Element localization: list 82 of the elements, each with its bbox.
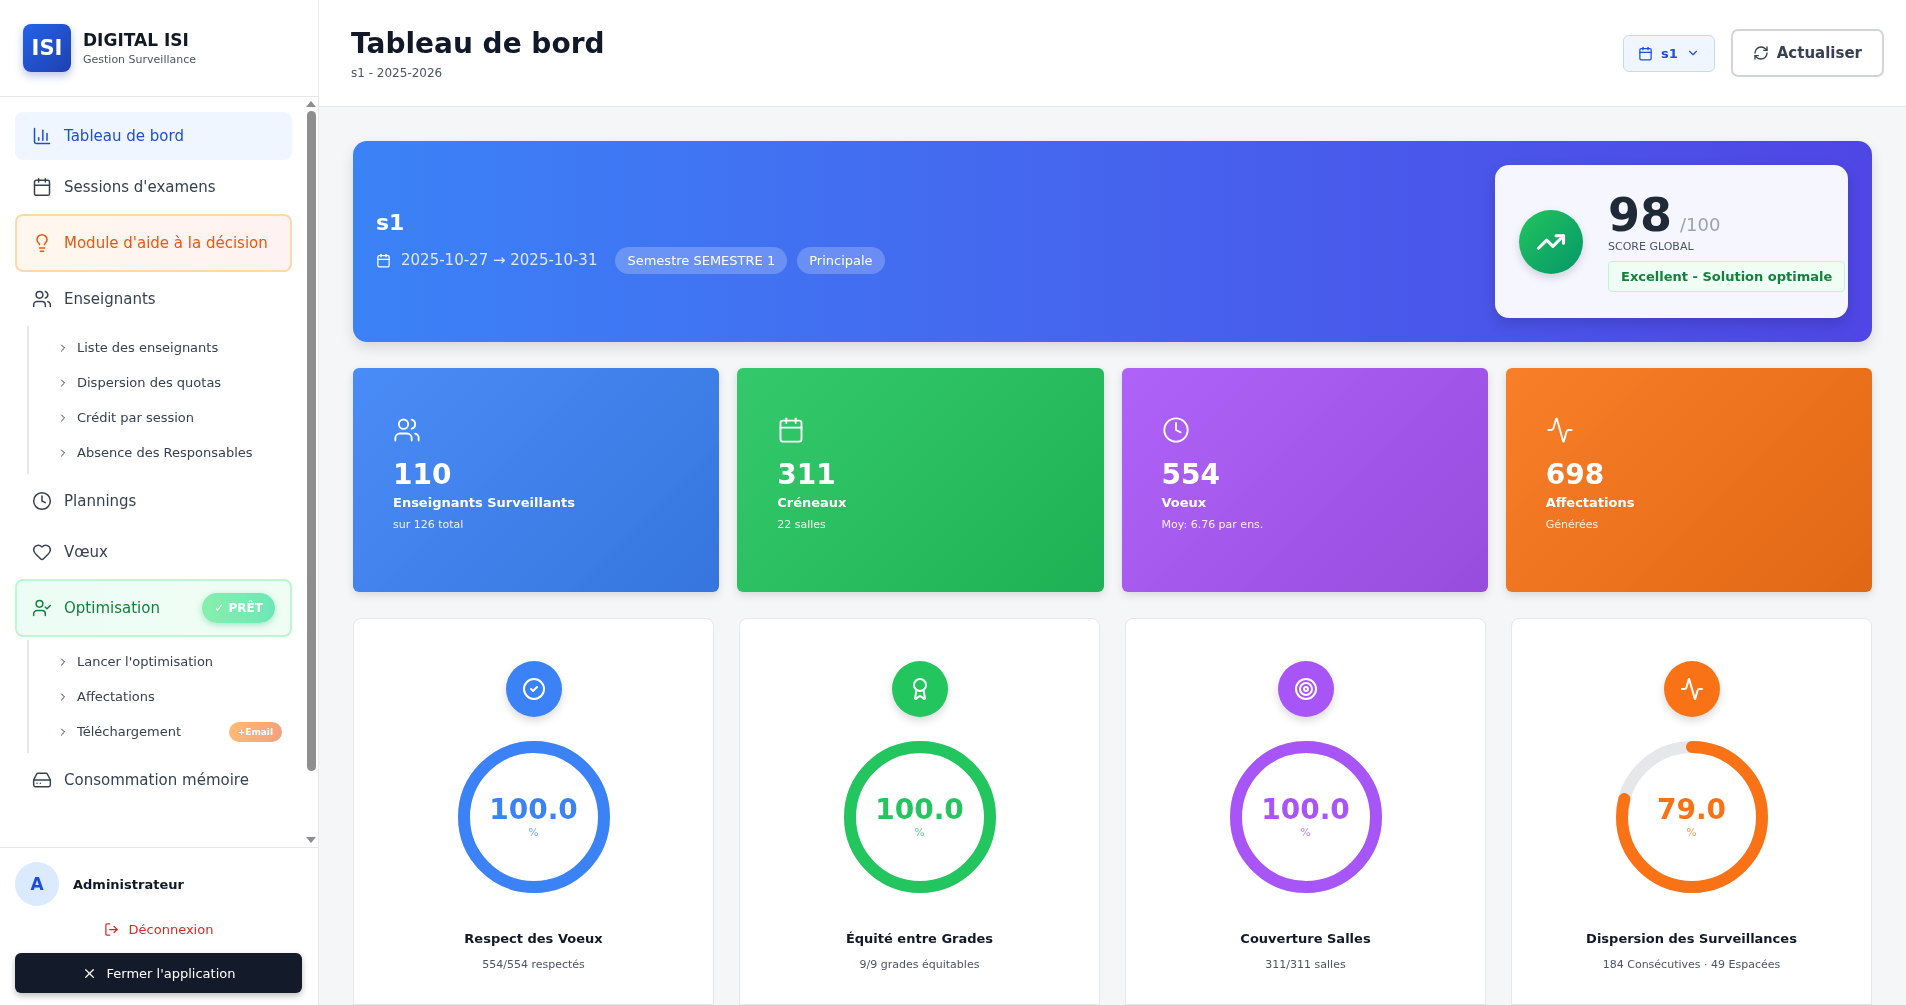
metric-title: Respect des Voeux <box>464 931 603 946</box>
nav-item[interactable]: Plannings <box>15 477 292 525</box>
user-avatar: A <box>15 862 59 906</box>
score-value: 98 <box>1608 191 1672 238</box>
nav-item[interactable]: Vœux <box>15 528 292 576</box>
session-title: s1 <box>376 209 406 235</box>
status-badge: ✓ PRÊT <box>202 593 275 623</box>
session-select[interactable]: s1 <box>1622 34 1715 72</box>
stat-label: Créneaux <box>777 495 848 510</box>
stat-value: 110 <box>393 458 453 491</box>
gauge-unit: % <box>1686 825 1697 839</box>
check-circle-icon <box>505 661 562 717</box>
session-tag: Semestre SEMESTRE 1 <box>615 246 788 274</box>
page-subtitle: s1 - 2025-2026 <box>351 65 444 80</box>
stat-detail: Générées <box>1545 518 1600 531</box>
stat-detail: 22 salles <box>777 518 827 531</box>
calendar-icon <box>1637 45 1653 61</box>
nav-item[interactable]: Consommation mémoire <box>15 756 292 804</box>
nav-item[interactable]: Tableau de bord <box>15 112 292 160</box>
calendar-icon <box>376 252 391 268</box>
nav-item[interactable]: Sessions d'examens <box>15 163 292 211</box>
clock-icon <box>32 491 52 511</box>
gauge-value: 100.0 <box>875 795 964 826</box>
nav-subitem[interactable]: Affectations <box>29 679 292 714</box>
metric-title: Couverture Salles <box>1240 931 1371 946</box>
stat-detail: Moy: 6.76 par ens. <box>1161 518 1265 531</box>
logout-icon <box>103 922 119 937</box>
nav-subitem[interactable]: Dispersion des quotas <box>29 365 292 400</box>
user-check-icon <box>32 598 52 618</box>
stat-detail: sur 126 total <box>393 518 465 531</box>
gauge-value: 100.0 <box>489 795 578 826</box>
stat-value: 698 <box>1545 458 1606 491</box>
metric-detail: 184 Consécutives · 49 Espacées <box>1602 958 1781 971</box>
nav-subitem[interactable]: Liste des enseignants <box>29 330 292 365</box>
refresh-icon <box>1752 45 1769 61</box>
stat-value: 311 <box>777 458 837 491</box>
score-max: /100 <box>1680 213 1721 235</box>
close-app-button[interactable]: Fermer l'application <box>15 953 302 993</box>
nav-item[interactable]: Enseignants <box>15 275 292 323</box>
hard-drive-icon <box>32 770 52 790</box>
bar-chart-icon <box>32 126 52 146</box>
score-verdict: Excellent - Solution optimale <box>1608 260 1846 292</box>
nav-subitem[interactable]: Téléchargement +Email <box>29 714 292 749</box>
gauge-unit: % <box>914 825 925 839</box>
nav-subitem[interactable]: Crédit par session <box>29 400 292 435</box>
app-logo: ISI <box>23 24 71 72</box>
gauge-value: 79.0 <box>1656 795 1727 826</box>
gauge-unit: % <box>1300 825 1311 839</box>
metric-title: Équité entre Grades <box>845 931 994 946</box>
brand-subtitle: Gestion Surveillance <box>83 53 197 66</box>
nav-subitem[interactable]: Absence des Responsables <box>29 435 292 470</box>
stat-value: 554 <box>1161 458 1221 491</box>
stat-label: Affectations <box>1545 495 1636 510</box>
pulse-icon <box>1663 661 1720 717</box>
metric-detail: 311/311 salles <box>1265 958 1346 971</box>
nav-item[interactable]: Optimisation ✓ PRÊT <box>15 579 292 637</box>
trending-up-icon <box>1519 209 1583 274</box>
score-label: SCORE GLOBAL <box>1608 239 1695 253</box>
calendar-icon <box>32 177 52 197</box>
session-dates: 2025-10-27 → 2025-10-31 <box>401 251 598 269</box>
email-badge: +Email <box>228 721 282 742</box>
heart-icon <box>32 542 52 562</box>
page-title: Tableau de bord <box>351 26 605 60</box>
metric-detail: 554/554 respectés <box>482 958 585 971</box>
metric-detail: 9/9 grades équitables <box>859 958 980 971</box>
users-icon <box>393 416 421 444</box>
stat-label: Voeux <box>1161 495 1208 510</box>
brand-name: DIGITAL ISI <box>83 30 190 50</box>
stat-label: Enseignants Surveillants <box>393 495 576 510</box>
users-icon <box>32 289 52 309</box>
pulse-icon <box>1545 416 1574 444</box>
user-name: Administrateur <box>73 876 184 892</box>
session-tag: Principale <box>797 246 885 274</box>
target-icon <box>1277 661 1334 717</box>
gauge-unit: % <box>528 825 539 839</box>
award-icon <box>891 661 948 717</box>
clock-icon <box>1161 416 1190 444</box>
metric-title: Dispersion des Surveillances <box>1586 931 1797 946</box>
refresh-button[interactable]: Actualiser <box>1730 29 1884 77</box>
nav-subitem[interactable]: Lancer l'optimisation <box>29 644 292 679</box>
gauge-value: 100.0 <box>1261 795 1350 826</box>
logout-link[interactable]: Déconnexion <box>103 922 214 937</box>
